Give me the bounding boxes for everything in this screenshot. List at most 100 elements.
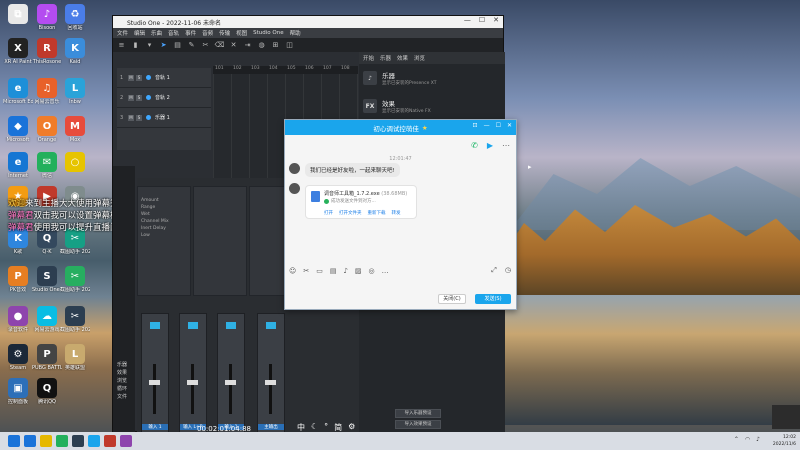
system-clock[interactable]: 12:02 2022/11/6 [773, 434, 796, 448]
volume-fader-track[interactable] [269, 364, 272, 414]
desktop-icon[interactable]: ⚙ Steam [3, 344, 33, 371]
taskbar-app-icon[interactable] [72, 435, 84, 447]
menu-item[interactable]: 视图 [236, 29, 247, 37]
taskbar-app-icon[interactable] [88, 435, 100, 447]
import-effect-button[interactable]: 导入效果预设 [395, 420, 441, 429]
desktop-icon[interactable]: ▣ 控制面板 [3, 378, 33, 405]
desktop-icon[interactable]: M Mox [60, 116, 90, 143]
solo-button[interactable]: S [136, 114, 142, 121]
mic-icon[interactable]: ◎ [369, 267, 375, 275]
mute-button[interactable]: M [128, 74, 134, 81]
video-call-icon[interactable]: ▶ [487, 141, 493, 150]
browser-tab[interactable]: 浏览 [414, 54, 425, 62]
more-icon[interactable]: ⋯ [502, 141, 510, 150]
qq-titlebar[interactable]: 初心调试控萌佳 ★ ⊡ — ☐ ✕ [285, 120, 516, 135]
inspector-item[interactable]: 效果 [117, 369, 127, 377]
eraser-tool-icon[interactable]: ⌫ [215, 41, 225, 50]
desktop-icon[interactable]: ◆ Microsoft [3, 116, 33, 143]
timeline-ruler[interactable]: 101 102 103 104 105 106 107 108 [213, 66, 358, 74]
desktop-icon[interactable]: ✂截图助手 20221... [60, 306, 90, 333]
menu-item[interactable]: 事件 [185, 29, 196, 37]
send-item[interactable]: Wet [141, 211, 169, 218]
record-arm-icon[interactable] [146, 95, 151, 100]
pencil-tool-icon[interactable]: ✎ [187, 41, 196, 50]
snap-icon[interactable]: ⊞ [271, 41, 280, 50]
taskbar-app-icon[interactable] [104, 435, 116, 447]
maximize-icon[interactable]: ☐ [496, 122, 501, 129]
avatar[interactable] [289, 163, 300, 174]
desktop-icon[interactable]: L 英雄联盟 [60, 344, 90, 371]
menu-item[interactable]: 传输 [219, 29, 230, 37]
open-folder-link[interactable]: 打开文件夹 [339, 210, 362, 216]
mute-tool-icon[interactable]: ✕ [229, 41, 238, 50]
taskbar-app-icon[interactable] [56, 435, 68, 447]
menu-item[interactable]: 音频 [202, 29, 213, 37]
taskbar-app-icon[interactable] [24, 435, 36, 447]
desktop-icon[interactable]: ○ [60, 152, 90, 173]
desktop-icon[interactable]: ♻ 回收站 [60, 4, 90, 31]
redownload-link[interactable]: 重新下载 [368, 210, 386, 216]
image-icon[interactable]: ▨ [355, 267, 362, 275]
monitor-button[interactable] [188, 322, 198, 329]
volume-fader-handle[interactable] [265, 380, 276, 385]
send-button[interactable]: 发送(S) [475, 294, 511, 304]
browser-tab[interactable]: 乐器 [380, 54, 391, 62]
desktop-icon[interactable]: R ThisRosone [32, 38, 62, 65]
music-icon[interactable]: ♪ [343, 267, 347, 275]
volume-fader-track[interactable] [229, 364, 232, 414]
desktop-icon[interactable]: X XR AI Paint [3, 38, 33, 65]
desktop-icon[interactable]: O Orange [32, 116, 62, 143]
screenshot-icon[interactable]: ✂ [303, 267, 309, 275]
wifi-icon[interactable]: ◠ [745, 436, 750, 443]
bend-tool-icon[interactable]: ⇥ [243, 41, 252, 50]
menu-item[interactable]: Studio One [253, 30, 283, 36]
volume-fader-handle[interactable] [187, 380, 198, 385]
menu-item[interactable]: 帮助 [290, 29, 301, 37]
track-row[interactable]: 2 M S 音轨 2 [117, 88, 211, 108]
record-arm-icon[interactable] [146, 115, 151, 120]
send-item[interactable]: Range [141, 204, 169, 211]
inspector-item[interactable]: 乐器 [117, 361, 127, 369]
browser-item[interactable]: FX 效果 显示已安装的Native FX [359, 92, 505, 120]
track-row[interactable]: 1 M S 音轨 1 [117, 68, 211, 88]
range-tool-icon[interactable]: ▤ [173, 41, 182, 50]
taskbar-app-icon[interactable] [120, 435, 132, 447]
browser-tab[interactable]: 开始 [363, 54, 374, 62]
send-item[interactable]: Amount [141, 197, 169, 204]
menu-item[interactable]: 编辑 [134, 29, 145, 37]
chevron-up-icon[interactable]: ⌃ [734, 436, 739, 443]
desktop-icon[interactable]: PPUBG BATTLEGR... [32, 344, 62, 371]
volume-icon[interactable]: ♪ [756, 436, 760, 443]
start-icon[interactable] [8, 435, 20, 447]
file-icon[interactable]: ▭ [316, 267, 323, 275]
close-icon[interactable]: ✕ [507, 122, 512, 129]
desktop-icon[interactable]: eMicrosoft Edge [3, 78, 33, 105]
pin-icon[interactable]: ⊡ [473, 122, 478, 129]
listen-tool-icon[interactable]: ◍ [257, 41, 266, 50]
volume-fader-track[interactable] [153, 364, 156, 414]
maximize-icon[interactable]: ☐ [479, 16, 485, 24]
open-file-link[interactable]: 打开 [324, 210, 333, 216]
volume-fader-handle[interactable] [225, 380, 236, 385]
monitor-button[interactable] [226, 322, 236, 329]
solo-button[interactable]: S [136, 94, 142, 101]
volume-fader-track[interactable] [191, 364, 194, 414]
quantize-icon[interactable]: ◫ [285, 41, 294, 50]
desktop-icon[interactable]: Llnbw [60, 78, 90, 105]
more-tools-icon[interactable]: … [382, 267, 389, 275]
desktop-icon[interactable]: ☁ 网易云游戏 [32, 306, 62, 333]
close-icon[interactable]: ✕ [493, 16, 499, 24]
monitor-button[interactable] [150, 322, 160, 329]
phone-call-icon[interactable]: ✆ [471, 141, 478, 150]
avatar[interactable] [289, 183, 300, 194]
mute-button[interactable]: M [128, 94, 134, 101]
dropdown-icon[interactable]: ▾ [145, 41, 154, 50]
browser-tab[interactable]: 效果 [397, 54, 408, 62]
record-arm-icon[interactable] [146, 75, 151, 80]
desktop-icon[interactable]: ✉ 微信 [32, 152, 62, 179]
desktop-icon[interactable]: ● 录音软件 [3, 306, 33, 333]
inspector-item[interactable]: 循环 [117, 385, 127, 393]
arrow-tool-icon[interactable]: ➤ [159, 41, 168, 50]
desktop-icon[interactable]: S Studio One 5 [32, 266, 62, 293]
desktop-icon[interactable]: e Internet [3, 152, 33, 179]
